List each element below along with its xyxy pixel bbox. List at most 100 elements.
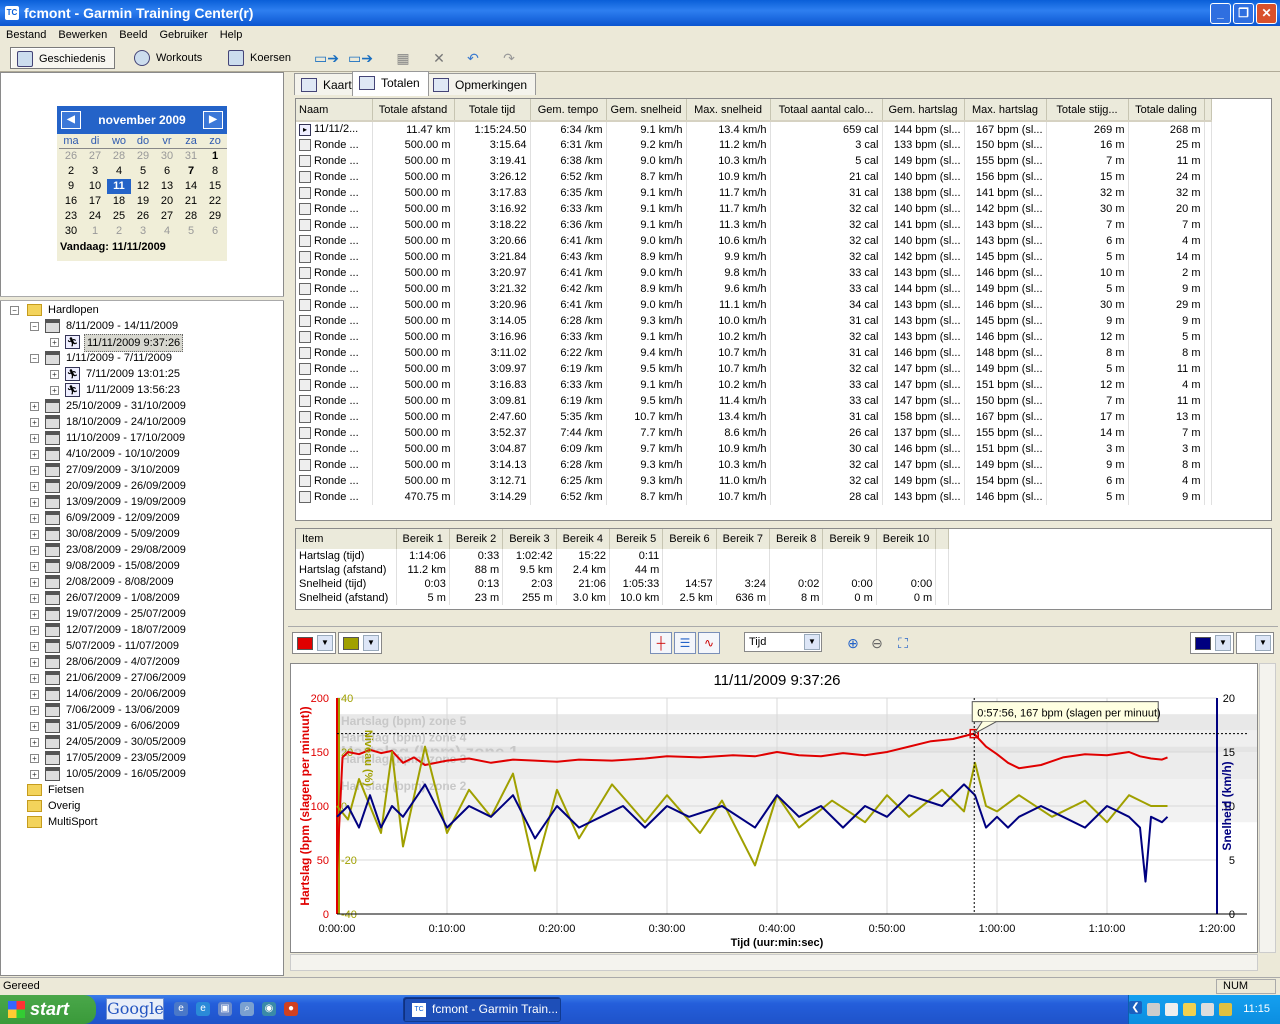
column-header[interactable]: Naam — [296, 99, 373, 122]
table-row[interactable]: Ronde ... 500.00 m 3:12.71 6:25 /km 9.3 km/h… — [296, 473, 1212, 489]
calendar-day[interactable]: 30 — [59, 224, 83, 239]
search-icon[interactable]: ⌕ — [240, 1002, 254, 1016]
calendar-day[interactable]: 8 — [203, 164, 227, 179]
calendar-day[interactable]: 18 — [107, 194, 131, 209]
table-row[interactable]: Ronde ... 500.00 m 3:21.84 6:43 /km 8.9 km/h… — [296, 249, 1212, 265]
zoom-out-icon[interactable]: ⊖ — [866, 632, 888, 654]
calendar-day[interactable]: 2 — [107, 224, 131, 239]
column-header[interactable]: Bereik 7 — [716, 529, 771, 549]
calendar-day[interactable]: 4 — [155, 224, 179, 239]
tray-expand-icon[interactable]: ❮ — [1129, 1001, 1142, 1014]
expand-icon[interactable]: + — [30, 674, 39, 683]
expand-icon[interactable]: + — [30, 530, 39, 539]
redo-icon[interactable]: ↷ — [498, 50, 520, 66]
expand-icon[interactable]: + — [30, 434, 39, 443]
calendar-day[interactable]: 13 — [155, 179, 179, 194]
tree-item[interactable]: +12/07/2009 - 18/07/2009 — [2, 622, 282, 638]
tree-item[interactable]: +18/10/2009 - 24/10/2009 — [2, 414, 282, 430]
tree-item[interactable]: +26/07/2009 - 1/08/2009 — [2, 590, 282, 606]
courses-button[interactable]: Koersen — [222, 47, 299, 69]
tree-item[interactable]: Overig — [2, 798, 282, 814]
tree-item[interactable]: Fietsen — [2, 782, 282, 798]
expand-icon[interactable]: + — [30, 466, 39, 475]
tree-item[interactable]: + 🏃︎ 7/11/2009 13:01:25 — [2, 366, 282, 382]
collapse-icon[interactable]: − — [30, 322, 39, 331]
chart-svg[interactable]: Hartslag (bpm) zone 5Hartslag (bpm) zone… — [291, 664, 1257, 952]
calendar-day[interactable]: 2 — [59, 164, 83, 179]
firefox-icon[interactable]: ● — [284, 1002, 298, 1016]
menu-help[interactable]: Help — [214, 26, 249, 44]
title-bar[interactable]: TC fcmont - Garmin Training Center(r) _ … — [0, 0, 1280, 26]
tree-item[interactable]: +23/08/2009 - 29/08/2009 — [2, 542, 282, 558]
expand-icon[interactable]: + — [30, 722, 39, 731]
calendar-day[interactable]: 27 — [83, 149, 107, 164]
calendar-day[interactable]: 22 — [203, 194, 227, 209]
table-row[interactable]: ▸ 11/11/2... 11.47 km 1:15:24.50 6:34 /km 9.1… — [296, 121, 1212, 137]
calendar-day[interactable]: 5 — [131, 164, 155, 179]
calendar-day[interactable]: 24 — [83, 209, 107, 224]
table-row[interactable]: Ronde ... 500.00 m 3:16.92 6:33 /km 9.1 km/h… — [296, 201, 1212, 217]
calendar-day[interactable]: 28 — [179, 209, 203, 224]
tree-item[interactable]: +28/06/2009 - 4/07/2009 — [2, 654, 282, 670]
table-row[interactable]: Ronde ... 500.00 m 3:21.32 6:42 /km 8.9 km/h… — [296, 281, 1212, 297]
expand-icon[interactable]: + — [30, 658, 39, 667]
tree-item[interactable]: + 🏃︎ 11/11/2009 9:37:26 — [2, 334, 282, 352]
tree-item[interactable]: +7/06/2009 - 13/06/2009 — [2, 702, 282, 718]
workouts-button[interactable]: Workouts — [128, 47, 210, 69]
ie-icon[interactable]: e — [196, 1002, 210, 1016]
calendar-day[interactable]: 12 — [131, 179, 155, 194]
tree-item[interactable]: − 8/11/2009 - 14/11/2009 — [2, 318, 282, 334]
expand-icon[interactable]: + — [30, 610, 39, 619]
column-header[interactable]: Gem. tempo — [530, 99, 607, 122]
pane-splitter[interactable] — [0, 296, 284, 301]
calendar-today[interactable]: Vandaag: 11/11/2009 — [57, 239, 227, 255]
calendar-day[interactable]: 1 — [203, 149, 227, 164]
calendar-day[interactable]: 29 — [131, 149, 155, 164]
calendar-day[interactable]: 15 — [203, 179, 227, 194]
network-icon[interactable] — [1147, 1003, 1160, 1016]
table-row[interactable]: Hartslag (tijd) 1:14:06 0:33 1:02:42 15:22 0:… — [296, 549, 950, 563]
column-header[interactable]: Max. snelheid — [686, 99, 771, 122]
tree-item[interactable]: +4/10/2009 - 10/10/2009 — [2, 446, 282, 462]
undo-icon[interactable]: ↶ — [462, 50, 484, 66]
tree-item[interactable]: +9/08/2009 - 15/08/2009 — [2, 558, 282, 574]
table-row[interactable]: Ronde ... 500.00 m 3:20.97 6:41 /km 9.0 km/h… — [296, 265, 1212, 281]
minimize-button[interactable]: _ — [1210, 3, 1231, 24]
tree-item[interactable]: +30/08/2009 - 5/09/2009 — [2, 526, 282, 542]
calendar-day[interactable]: 25 — [107, 209, 131, 224]
smooth-toggle-button[interactable]: ∿ — [698, 632, 720, 654]
calendar-day[interactable]: 6 — [155, 164, 179, 179]
prev-month-button[interactable]: ◀ — [61, 111, 81, 129]
start-button[interactable]: start — [0, 995, 96, 1024]
zoom-in-icon[interactable]: ⊕ — [842, 632, 864, 654]
column-header[interactable]: Gem. hartslag — [882, 99, 965, 122]
expand-icon[interactable]: + — [30, 482, 39, 491]
expand-icon[interactable]: + — [30, 578, 39, 587]
table-row[interactable]: Ronde ... 500.00 m 3:09.97 6:19 /km 9.5 km/h… — [296, 361, 1212, 377]
vertical-scrollbar[interactable] — [1259, 663, 1276, 953]
expand-icon[interactable]: + — [30, 642, 39, 651]
column-header[interactable]: Totaal aantal calo... — [770, 99, 883, 122]
tree-item[interactable]: +19/07/2009 - 25/07/2009 — [2, 606, 282, 622]
chart-area[interactable]: Hartslag (bpm) zone 5 Hartslag (bpm) zone… — [290, 663, 1258, 953]
calendar-day[interactable]: 23 — [59, 209, 83, 224]
table-row[interactable]: Hartslag (afstand) 11.2 km 88 m 9.5 km 2.4 k… — [296, 563, 950, 577]
google-toolbar[interactable]: Google — [106, 998, 164, 1020]
x-axis-select[interactable]: Tijd ▼ — [744, 632, 822, 652]
series4-color-picker[interactable]: ▼ — [1236, 632, 1274, 654]
tree-item[interactable]: − Hardlopen — [2, 302, 282, 318]
column-header[interactable]: Bereik 2 — [449, 529, 504, 549]
tree-item[interactable]: +14/06/2009 - 20/06/2009 — [2, 686, 282, 702]
next-month-button[interactable]: ▶ — [203, 111, 223, 129]
quicklaunch-icon[interactable]: ▣ — [218, 1002, 232, 1016]
quicklaunch-icon[interactable]: ◉ — [262, 1002, 276, 1016]
calendar-day[interactable]: 14 — [179, 179, 203, 194]
table-row[interactable]: Ronde ... 500.00 m 3:20.66 6:41 /km 9.0 km/h… — [296, 233, 1212, 249]
tree-item[interactable]: +27/09/2009 - 3/10/2009 — [2, 462, 282, 478]
column-header[interactable]: Totale tijd — [454, 99, 531, 122]
table-row[interactable]: Ronde ... 470.75 m 3:14.29 6:52 /km 8.7 km/h… — [296, 489, 1212, 505]
table-row[interactable]: Ronde ... 500.00 m 3:04.87 6:09 /km 9.7 km/h… — [296, 441, 1212, 457]
series3-color-picker[interactable]: ▼ — [1190, 632, 1234, 654]
zoom-fit-icon[interactable]: ⛶ — [892, 632, 914, 654]
expand-icon[interactable]: + — [30, 706, 39, 715]
